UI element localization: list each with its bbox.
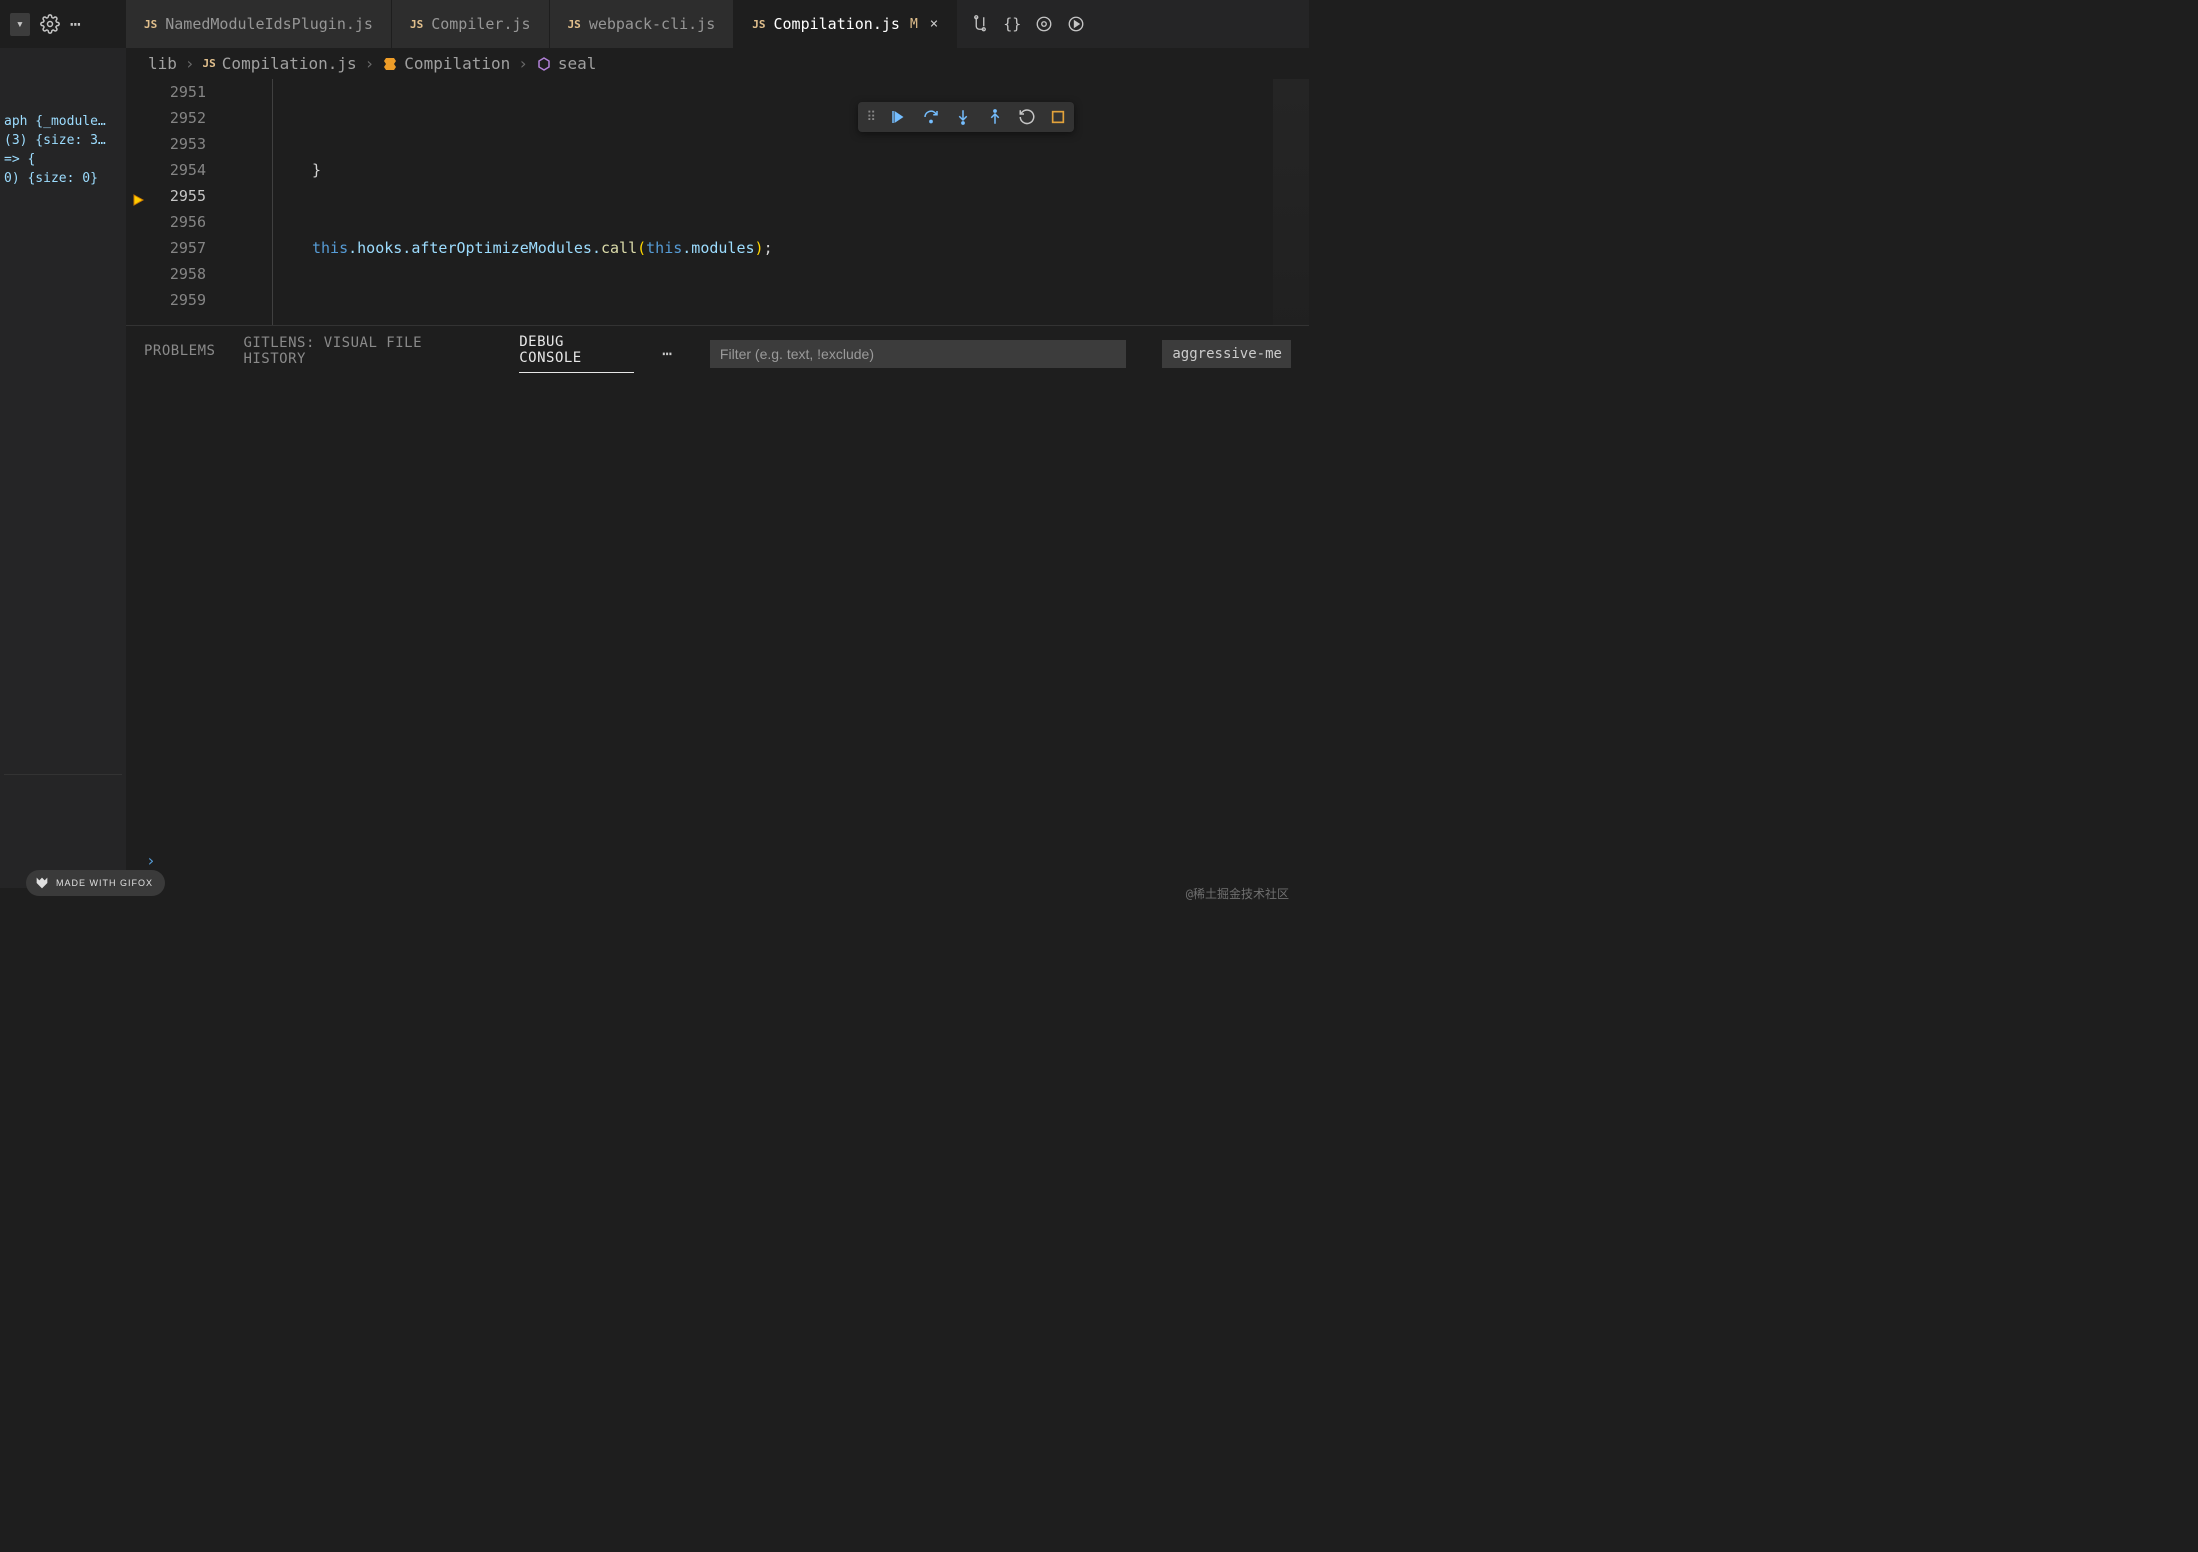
tab-compiler[interactable]: JS Compiler.js [392,0,550,48]
chevron-right-icon: › [365,54,375,73]
breadcrumb-method[interactable]: seal [536,54,597,73]
panel-more-icon[interactable]: ⋯ [662,344,672,363]
debug-console-body[interactable]: › [126,381,1309,888]
chevron-right-icon: › [518,54,528,73]
code-content[interactable]: } this.hooks.afterOptimizeModules.call(t… [230,79,1309,325]
tab-gitlens-history[interactable]: GITLENS: VISUAL FILE HISTORY [243,335,491,373]
tab-label: NamedModuleIdsPlugin.js [165,15,373,33]
code-line [230,313,1309,325]
side-snippet: (3) {size: 3… [4,131,122,150]
tab-label: Compiler.js [431,15,530,33]
gifox-label: MADE WITH GIFOX [56,878,153,888]
debug-toolbar[interactable]: ⠿ [858,102,1074,132]
side-snippet: 0) {size: 0} [4,169,122,188]
code-editor[interactable]: 2951 2952 2953 2954 2955 2956 2957 2958 … [126,79,1309,325]
panel-tabs: PROBLEMS GITLENS: VISUAL FILE HISTORY DE… [126,326,1309,381]
title-tab-bar: ▾ ⋯ JS NamedModuleIdsPlugin.js JS Compil… [0,0,1309,48]
drag-grip-icon[interactable]: ⠿ [866,110,876,125]
modified-indicator: M [910,17,918,32]
braces-icon[interactable]: {} [1003,15,1021,33]
line-number-gutter: 2951 2952 2953 2954 2955 2956 2957 2958 … [126,79,230,325]
minimap[interactable] [1273,79,1309,325]
debug-session-select[interactable]: aggressive-me [1162,340,1291,368]
tab-label: webpack-cli.js [589,15,715,33]
breadcrumb-class[interactable]: Compilation [382,54,510,73]
bottom-panel: PROBLEMS GITLENS: VISUAL FILE HISTORY DE… [126,325,1309,888]
side-snippet: => { [4,150,122,169]
method-icon [536,56,552,72]
tab-webpack-cli[interactable]: JS webpack-cli.js [550,0,735,48]
stop-button[interactable] [1050,109,1066,125]
tab-action-icons: {} [957,0,1099,48]
js-icon: JS [144,18,157,31]
restart-button[interactable] [1018,108,1036,126]
tab-problems[interactable]: PROBLEMS [144,343,215,365]
left-controls: ▾ ⋯ [0,0,126,48]
tab-compilation[interactable]: JS Compilation.js M × [734,0,957,48]
step-into-button[interactable] [954,108,972,126]
continue-button[interactable] [890,108,908,126]
tab-label: Compilation.js [774,15,900,33]
line-number: 2959 [126,287,206,313]
step-out-button[interactable] [986,108,1004,126]
breakpoint-current-icon[interactable] [132,189,146,203]
js-icon: JS [410,18,423,31]
line-number: 2951 [126,79,206,105]
preview-icon[interactable] [1035,15,1053,33]
gifox-badge: MADE WITH GIFOX [26,870,165,896]
gifox-icon [34,875,50,891]
run-side-icon[interactable] [1067,15,1085,33]
line-number: 2956 [126,209,206,235]
editor-tabs: JS NamedModuleIdsPlugin.js JS Compiler.j… [126,0,1309,48]
breadcrumb: lib › JS Compilation.js › Compilation › … [126,48,1309,79]
close-icon[interactable]: × [930,16,938,32]
debug-console-filter-input[interactable] [710,340,1126,368]
compare-changes-icon[interactable] [971,15,989,33]
debug-side-panel: aph {_module… (3) {size: 3… => { 0) {siz… [0,48,126,888]
js-icon: JS [568,18,581,31]
chevron-down-icon: ▾ [16,17,24,32]
tab-debug-console[interactable]: DEBUG CONSOLE [519,334,634,373]
more-icon[interactable]: ⋯ [70,14,81,35]
chevron-right-icon: › [185,54,195,73]
side-snippet: aph {_module… [4,112,122,131]
line-number: 2957 [126,235,206,261]
tab-namedmoduleidsplugin[interactable]: JS NamedModuleIdsPlugin.js [126,0,392,48]
line-number: 2952 [126,105,206,131]
debug-config-dropdown[interactable]: ▾ [10,13,30,36]
line-number: 2954 [126,157,206,183]
line-number: 2958 [126,261,206,287]
breadcrumb-file[interactable]: JS Compilation.js [203,54,357,73]
code-line: } [230,157,1309,183]
line-number: 2953 [126,131,206,157]
line-number: 2955 [126,183,206,209]
js-icon: JS [203,57,216,70]
debug-prompt-icon: › [146,851,156,870]
step-over-button[interactable] [922,108,940,126]
class-icon [382,56,398,72]
gear-icon[interactable] [40,14,60,34]
watermark-text: @稀土掘金技术社区 [1186,885,1289,902]
breadcrumb-folder[interactable]: lib [148,54,177,73]
code-line: this.hooks.afterOptimizeModules.call(thi… [230,235,1309,261]
js-icon: JS [752,18,765,31]
